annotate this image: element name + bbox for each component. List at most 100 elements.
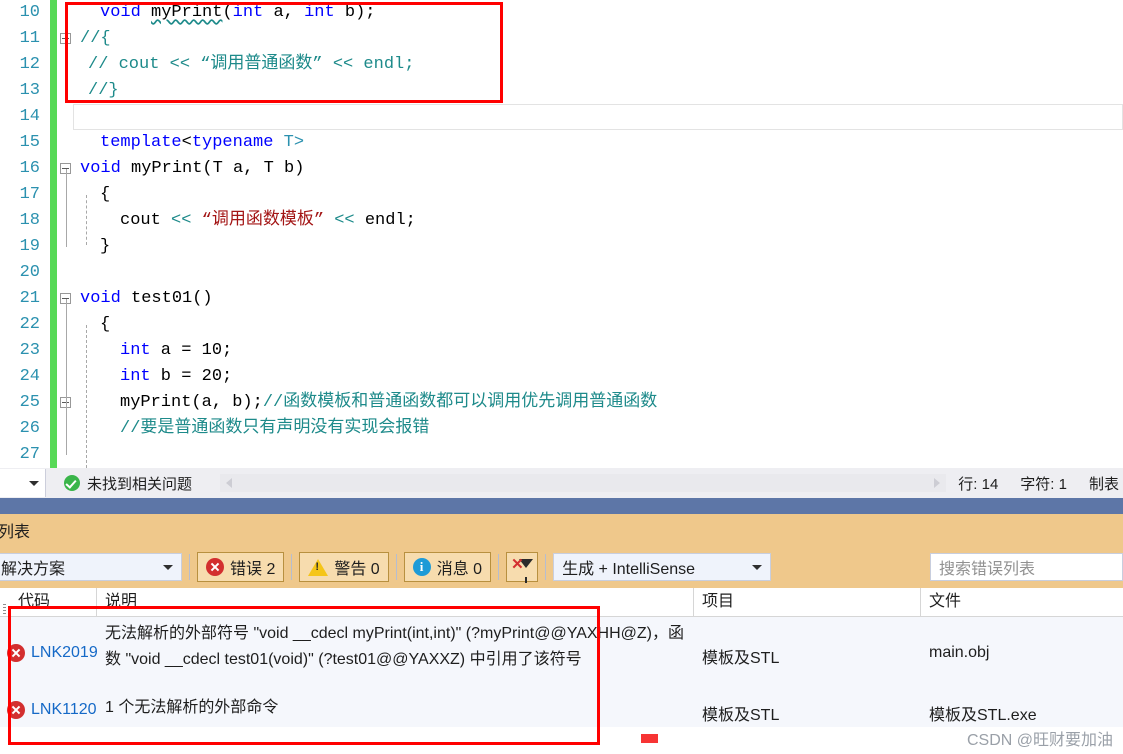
change-bar (50, 390, 57, 416)
code-token: << (171, 211, 192, 230)
indent-guide (66, 169, 67, 247)
code-line[interactable]: 25 myPrint(a, b);//函数模板和普通函数都可以调用优先调用普通函数 (0, 390, 1123, 416)
code-line[interactable]: 27 (0, 442, 1123, 468)
code-line[interactable]: 12 // cout << “调用普通函数” << endl; (0, 52, 1123, 78)
scope-dropdown[interactable]: 解决方案 (0, 553, 182, 581)
code-line[interactable]: 26 //要是普通函数只有声明没有实现会报错 (0, 416, 1123, 442)
indent-guide (86, 325, 87, 468)
code-editor[interactable]: 10 void myPrint(int a, int b); 11//{12// c… (0, 0, 1123, 468)
cell-description: 1 个无法解析的外部命令 (105, 699, 279, 716)
code-line[interactable]: 22 { (0, 312, 1123, 338)
code-text: { (100, 312, 110, 338)
error-list-title-bar: 列表 (0, 514, 1123, 546)
table-row[interactable]: LNK2019 无法解析的外部符号 "void __cdecl myPrint(i… (0, 617, 1123, 691)
code-token: ( (222, 3, 233, 22)
line-number: 26 (19, 419, 40, 438)
indent-guide (66, 299, 67, 455)
code-text: myPrint(a, b);//函数模板和普通函数都可以调用优先调用普通函数 (120, 390, 657, 416)
line-number: 23 (19, 341, 40, 360)
code-line[interactable]: 19} (0, 234, 1123, 260)
column-header-file[interactable]: 文件 (921, 588, 1123, 616)
toolbar-divider (498, 554, 500, 580)
code-token: int (120, 341, 151, 360)
code-text: { (100, 182, 110, 208)
code-text: void myPrint(T a, T b) (80, 156, 304, 182)
code-token: void (80, 159, 132, 178)
line-number: 20 (19, 263, 40, 282)
search-error-list-input[interactable]: 搜索错误列表 (930, 553, 1123, 581)
code-text: //要是普通函数只有声明没有实现会报错 (120, 416, 429, 442)
line-number: 19 (19, 237, 40, 256)
error-list-header-row: 代码 说明 项目 文件 (0, 588, 1123, 617)
warnings-filter-label: 警告 0 (334, 561, 380, 578)
code-line[interactable]: 21 void test01() (0, 286, 1123, 312)
warnings-filter-button[interactable]: 警告 0 (299, 552, 389, 582)
toolbar-divider (395, 554, 397, 580)
column-header-description[interactable]: 说明 (97, 588, 694, 616)
code-line[interactable]: 24 int b = 20; (0, 364, 1123, 390)
column-header-project[interactable]: 项目 (694, 588, 921, 616)
horizontal-scrollbar[interactable] (220, 474, 947, 492)
code-line[interactable]: 16 void myPrint(T a, T b) (0, 156, 1123, 182)
code-token: T> (273, 133, 305, 152)
code-line[interactable]: 18 cout << “调用函数模板” << endl; (0, 208, 1123, 234)
change-bar (50, 182, 57, 208)
change-bar (50, 364, 57, 390)
code-token: test01() (131, 289, 213, 308)
code-line[interactable]: 15 template<typename T> (0, 130, 1123, 156)
scroll-left-arrow-icon[interactable] (226, 478, 233, 488)
code-text: //{ (80, 26, 111, 52)
change-bar (50, 0, 57, 26)
code-token: { (100, 315, 111, 334)
code-line[interactable]: 10 void myPrint(int a, int b); (0, 0, 1123, 26)
scroll-right-arrow-icon[interactable] (934, 478, 941, 488)
code-token: int (304, 3, 335, 22)
messages-filter-button[interactable]: 消息 0 (403, 552, 492, 582)
code-line[interactable]: 23 int a = 10; (0, 338, 1123, 364)
cell-code: LNK1120 (31, 701, 97, 718)
code-token: } (100, 237, 111, 256)
code-token: a, (263, 3, 305, 22)
char-indicator: 字符: 1 (1020, 475, 1067, 493)
code-token: //要是普通函数只有声明没有实现会报错 (120, 419, 430, 438)
code-token: myPrint(T a, T b) (131, 159, 305, 178)
line-number: 22 (19, 315, 40, 334)
code-token: << (334, 211, 355, 230)
line-number: 16 (19, 159, 40, 178)
code-token: myPrint(a, b); (120, 393, 263, 412)
clear-filter-button[interactable]: ✕ (506, 552, 539, 583)
code-token: a = 10; (150, 341, 233, 360)
cell-file: 模板及STL.exe (929, 707, 1037, 724)
error-icon (6, 644, 25, 662)
code-line[interactable]: 20 (0, 260, 1123, 286)
code-token: void (100, 3, 152, 22)
code-token: myPrint (151, 3, 223, 22)
code-line[interactable]: 17 { (0, 182, 1123, 208)
code-token: void (80, 289, 132, 308)
build-filter-dropdown[interactable]: 生成 + IntelliSense (553, 553, 772, 581)
code-text: void test01() (80, 286, 213, 312)
code-line[interactable]: 14 (0, 104, 1123, 130)
column-header-code[interactable]: 代码 (10, 588, 97, 616)
row-error-icon-cell (0, 691, 31, 719)
clear-x-icon: ✕ (511, 556, 524, 573)
chevron-down-icon (29, 480, 39, 486)
code-line[interactable]: 11 //{ (0, 26, 1123, 52)
line-number: 27 (19, 445, 40, 464)
table-row[interactable]: LNK1120 1 个无法解析的外部命令 模板及STL 模板及STL.exe (0, 691, 1123, 727)
line-number: 14 (19, 107, 40, 126)
indent-guide (86, 195, 87, 245)
code-token: template (100, 133, 182, 152)
change-bar (50, 104, 57, 130)
cell-file: main.obj (929, 644, 990, 661)
line-number: 18 (19, 211, 40, 230)
code-line[interactable]: 13 //} (0, 78, 1123, 104)
chevron-down-icon (752, 564, 763, 570)
errors-filter-button[interactable]: 错误 2 (197, 552, 285, 582)
status-scope-dropdown[interactable] (0, 469, 46, 497)
code-text: template<typename T> (100, 130, 304, 156)
toolbar-divider (189, 554, 190, 580)
line-number: 21 (19, 289, 40, 308)
line-number: 13 (19, 81, 40, 100)
line-number: 25 (19, 393, 40, 412)
